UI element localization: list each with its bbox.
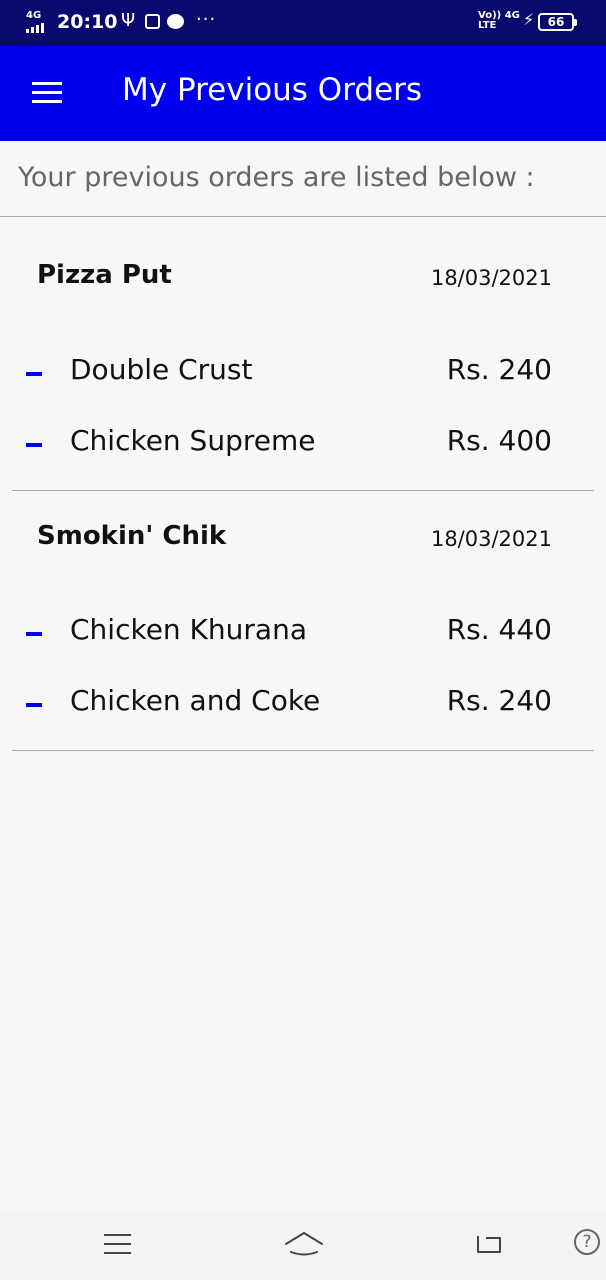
charging-icon: ⚡ — [523, 10, 535, 29]
help-icon[interactable]: ? — [574, 1229, 600, 1255]
order-divider — [12, 750, 594, 751]
restaurant-name: Smokin' Chik — [37, 521, 227, 551]
clock: 20:10 — [57, 11, 118, 33]
subheader-text: Your previous orders are listed below : — [18, 162, 535, 193]
item-price: Rs. 240 — [446, 684, 552, 717]
item-price: Rs. 240 — [446, 353, 552, 386]
status-bar: 4G 20:10 Ψ ··· Vo)) 4G LTE ⚡ 66 — [0, 0, 606, 46]
bullet-dash-icon — [26, 703, 42, 707]
order-card: Smokin' Chik 18/03/2021 Chicken Khurana … — [0, 491, 606, 751]
system-nav-bar: ? — [0, 1210, 606, 1280]
back-icon[interactable] — [474, 1232, 504, 1256]
item-name: Chicken Supreme — [70, 424, 316, 457]
order-date: 18/03/2021 — [430, 527, 552, 551]
item-name: Chicken Khurana — [70, 613, 307, 646]
order-item: Chicken Supreme Rs. 400 — [0, 424, 606, 464]
order-item: Chicken and Coke Rs. 240 — [0, 684, 606, 724]
order-card: Pizza Put 18/03/2021 Double Crust Rs. 24… — [0, 216, 606, 491]
usb-icon: Ψ — [121, 10, 136, 31]
restaurant-name: Pizza Put — [37, 260, 172, 290]
bullet-dash-icon — [26, 443, 42, 447]
app-bar: My Previous Orders — [0, 46, 606, 141]
item-price: Rs. 400 — [446, 424, 552, 457]
notification-app-icon — [145, 14, 160, 29]
page-title: My Previous Orders — [122, 72, 423, 108]
signal-icon: 4G — [26, 10, 48, 34]
home-icon[interactable] — [283, 1230, 325, 1256]
item-name: Chicken and Coke — [70, 684, 321, 717]
bullet-dash-icon — [26, 632, 42, 636]
message-icon — [167, 14, 184, 29]
bullet-dash-icon — [26, 372, 42, 376]
item-name: Double Crust — [70, 353, 253, 386]
order-date: 18/03/2021 — [430, 266, 552, 290]
network-indicator: Vo)) 4G LTE — [478, 11, 520, 31]
battery-icon: 66 — [538, 13, 577, 31]
order-item: Chicken Khurana Rs. 440 — [0, 613, 606, 653]
net-4g-label: 4G — [504, 10, 520, 21]
recent-apps-icon[interactable] — [104, 1234, 131, 1256]
order-item: Double Crust Rs. 240 — [0, 353, 606, 393]
item-price: Rs. 440 — [446, 613, 552, 646]
more-notifications-icon: ··· — [196, 9, 217, 30]
hamburger-menu-icon[interactable] — [32, 82, 62, 104]
lte-label: LTE — [478, 20, 497, 31]
